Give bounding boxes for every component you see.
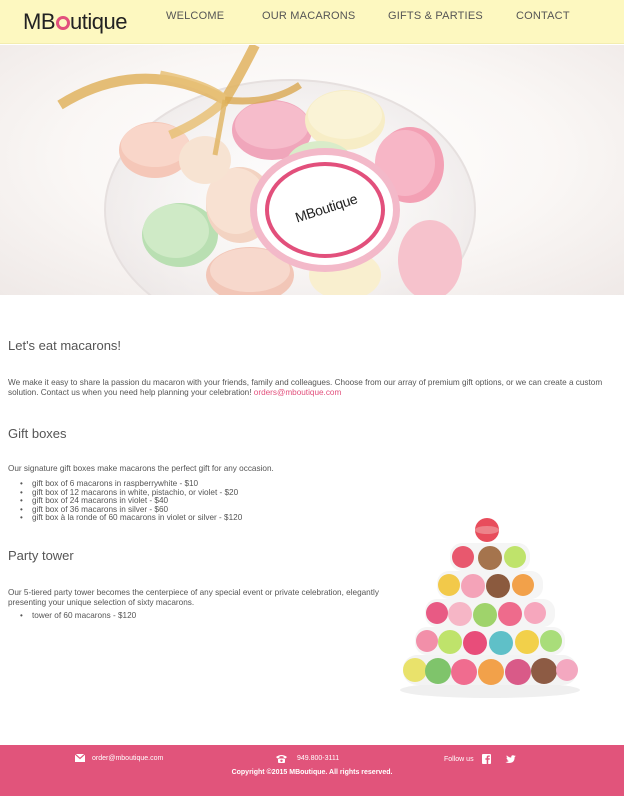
macaron-tower-image (400, 518, 580, 698)
gift-boxes-heading: Gift boxes (8, 426, 67, 441)
site-footer: order@mboutique.com 949.800-3111 Follow … (0, 745, 624, 796)
logo-text-end: utique (70, 9, 127, 34)
party-tower-list: tower of 60 macarons - $120 (20, 611, 136, 621)
gift-boxes-list: gift box of 6 macarons in raspberrywhite… (20, 479, 242, 523)
copyright-text: Copyright ©2015 MBoutique. All rights re… (231, 769, 393, 776)
intro-heading: Let's eat macarons! (8, 338, 122, 353)
footer-email-text: order@mboutique.com (92, 754, 164, 762)
hero-image: MBoutique (0, 45, 624, 295)
footer-phone[interactable]: 949.800-3111 (275, 754, 339, 763)
logo-text-start: MB (23, 9, 56, 34)
orders-email-link[interactable]: orders@mboutique.com (254, 388, 342, 397)
nav-gifts-parties[interactable]: GIFTS & PARTIES (388, 10, 483, 22)
logo[interactable]: MB utique (23, 9, 127, 35)
list-item: tower of 60 macarons - $120 (20, 611, 136, 621)
intro-paragraph: We make it easy to share la passion du m… (8, 378, 618, 397)
macaron-box-illustration (57, 45, 476, 295)
nav-welcome[interactable]: WELCOME (166, 10, 224, 22)
phone-icon (276, 755, 287, 763)
footer-social: Follow us (444, 754, 516, 764)
gift-boxes-text: Our signature gift boxes make macarons t… (8, 464, 274, 473)
nav-contact[interactable]: CONTACT (516, 10, 570, 22)
party-tower-heading: Party tower (8, 548, 74, 563)
site-header: MB utique WELCOME OUR MACARONS GIFTS & PA… (0, 0, 624, 44)
nav-our-macarons[interactable]: OUR MACARONS (262, 10, 355, 22)
logo-macaron-icon (55, 16, 70, 30)
footer-phone-text: 949.800-3111 (297, 755, 340, 762)
party-tower-text: Our 5-tiered party tower becomes the cen… (8, 588, 379, 607)
footer-email[interactable]: order@mboutique.com (75, 754, 163, 762)
list-item: gift box à la ronde of 60 macarons in vi… (20, 513, 242, 523)
twitter-icon[interactable] (504, 754, 516, 764)
follow-us-label: Follow us (444, 755, 474, 763)
facebook-icon[interactable] (481, 754, 491, 764)
envelope-icon (75, 754, 85, 762)
